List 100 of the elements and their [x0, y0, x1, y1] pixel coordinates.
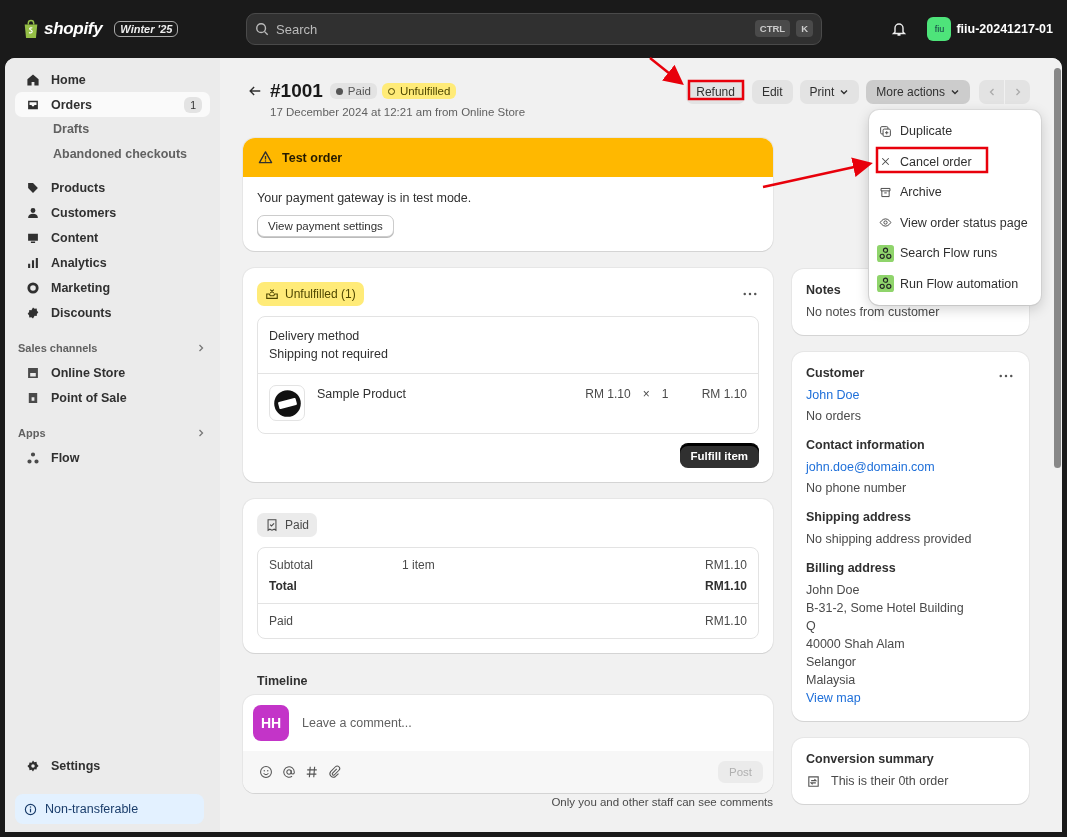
- plan-notice[interactable]: Non-transferable: [15, 794, 204, 824]
- customer-name-link[interactable]: John Doe: [806, 386, 1015, 404]
- eye-icon: [879, 216, 892, 230]
- menu-item[interactable]: View order status page: [875, 207, 1035, 238]
- user-avatar: HH: [253, 705, 289, 741]
- sidebar-item[interactable]: Products: [15, 175, 210, 200]
- quantity: 1: [661, 387, 670, 401]
- sidebar-item[interactable]: Customers: [15, 200, 210, 225]
- edition-badge: Winter '25: [114, 21, 179, 37]
- duplicate-icon: [879, 124, 892, 138]
- store-avatar[interactable]: fiu: [927, 17, 952, 41]
- sidebar-subitem[interactable]: Abandoned checkouts: [15, 142, 210, 167]
- delivery-value: Shipping not required: [269, 346, 389, 363]
- menu-item[interactable]: Duplicate: [875, 116, 1035, 147]
- home-icon: [26, 72, 40, 87]
- section-heading: Sales channels: [18, 342, 98, 354]
- sidebar-item[interactable]: Discounts: [15, 300, 210, 325]
- sidebar-item[interactable]: Flow: [15, 445, 210, 470]
- product-name[interactable]: Sample Product: [317, 387, 586, 401]
- line-total: RM 1.10: [701, 387, 747, 401]
- menu-item[interactable]: Cancel order: [875, 146, 1035, 177]
- timeline-heading: Timeline: [256, 674, 309, 688]
- back-arrow-icon[interactable]: [248, 84, 262, 98]
- summary-label: Paid: [269, 614, 295, 628]
- address-line: Selangor: [806, 654, 858, 671]
- summary-label: Total: [269, 579, 298, 593]
- more-options-icon[interactable]: [743, 292, 757, 296]
- keyboard-key: K: [796, 20, 813, 37]
- contact-heading: Contact information: [806, 438, 926, 452]
- address-line: Q: [806, 618, 817, 635]
- caret-icon: [839, 87, 850, 97]
- summary-amount: RM1.10: [704, 579, 747, 593]
- order-title: #1001: [270, 80, 323, 102]
- fulfillment-status-badge: Unfulfilled (1): [257, 282, 364, 306]
- order-date: 17 December 2024 at 12:21 am from Online Store: [270, 106, 527, 118]
- archive-icon: [879, 185, 892, 199]
- action-button[interactable]: More actions: [866, 80, 970, 104]
- status-badge: Unfulfilled: [381, 83, 457, 99]
- hashtag-icon[interactable]: [305, 765, 319, 779]
- emoji-icon[interactable]: [259, 765, 273, 779]
- settings-icon: [26, 758, 40, 773]
- sidebar-item[interactable]: Point of Sale: [15, 385, 210, 410]
- repeat-order-icon: [806, 773, 821, 789]
- notes-text: No notes from customer: [806, 304, 941, 321]
- menu-item[interactable]: Archive: [875, 177, 1035, 208]
- chevron-right-icon[interactable]: [196, 343, 206, 353]
- mention-icon[interactable]: [282, 765, 296, 779]
- keyboard-key: CTRL: [754, 20, 791, 37]
- email-link[interactable]: john.doe@domain.com: [806, 458, 1015, 476]
- badge-icon: [26, 305, 40, 320]
- tag-icon: [26, 180, 40, 195]
- info-icon: [24, 802, 37, 816]
- billing-heading: Billing address: [806, 561, 897, 575]
- person-icon: [26, 205, 40, 220]
- section-heading: Apps: [18, 427, 46, 439]
- sidebar-subitem[interactable]: Drafts: [15, 117, 210, 142]
- item-count: 1 item: [402, 558, 435, 572]
- conversion-text: This is their 0th order: [831, 773, 949, 790]
- action-button[interactable]: Print: [799, 80, 860, 104]
- store-icon: [26, 365, 40, 380]
- sidebar-item[interactable]: Home: [15, 67, 210, 92]
- sidebar-item[interactable]: Content: [15, 225, 210, 250]
- menu-item[interactable]: Search Flow runs: [875, 238, 1035, 269]
- unit-price: RM 1.10: [585, 387, 631, 401]
- address-line: B-31-2, Some Hotel Building: [806, 600, 965, 617]
- conversion-heading: Conversion summary: [806, 752, 934, 766]
- paperclip-icon[interactable]: [328, 765, 342, 779]
- status-badge: Paid: [329, 83, 377, 99]
- shopping-bag-logo-icon: [22, 19, 40, 39]
- multiply-sign: ×: [642, 387, 650, 401]
- menu-item[interactable]: Run Flow automation: [875, 268, 1035, 299]
- sidebar-item[interactable]: Online Store: [15, 360, 210, 385]
- settings-item[interactable]: Settings: [15, 753, 210, 778]
- box-icon: [265, 287, 279, 301]
- address-line: Malaysia: [806, 672, 857, 689]
- sidebar-item[interactable]: Marketing: [15, 275, 210, 300]
- comment-visibility-note: Only you and other staff can see comments: [550, 796, 773, 808]
- more-options-icon[interactable]: [999, 374, 1013, 378]
- action-button[interactable]: Edit: [751, 80, 793, 104]
- banner-title: Test order: [282, 150, 343, 165]
- address-line: John Doe: [806, 582, 861, 599]
- chevron-right-icon[interactable]: [196, 428, 206, 438]
- address-line: 40000 Shah Alam: [806, 636, 906, 653]
- notification-bell-icon[interactable]: [891, 21, 908, 37]
- flow-app-icon: [877, 275, 894, 293]
- sidebar-item[interactable]: Analytics: [15, 250, 210, 275]
- flow-app-icon: [877, 244, 894, 262]
- shipping-text: No shipping address provided: [806, 531, 973, 548]
- view-payment-settings-button[interactable]: View payment settings: [257, 215, 394, 237]
- fulfill-item-button[interactable]: Fulfill item: [679, 444, 759, 468]
- delivery-label: Delivery method: [269, 328, 361, 345]
- store-name[interactable]: fiiu-20241217-01: [956, 22, 1053, 36]
- sidebar-item[interactable]: Orders 1: [15, 92, 210, 117]
- highlight-box: [687, 79, 745, 101]
- payment-status-badge: Paid: [257, 513, 318, 537]
- annotation-arrow: [649, 57, 684, 86]
- view-map-link[interactable]: View map: [806, 689, 1015, 707]
- bar-chart-icon: [26, 255, 40, 270]
- summary-amount: RM1.10: [704, 558, 747, 572]
- target-icon: [26, 280, 40, 295]
